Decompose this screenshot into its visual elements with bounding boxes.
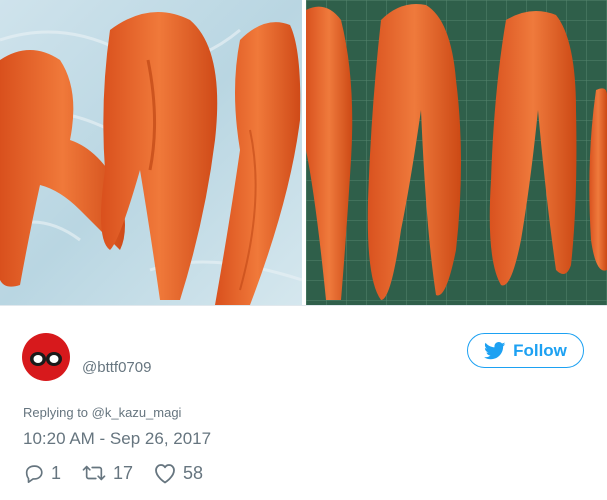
tweet-timestamp[interactable]: 10:20 AM - Sep 26, 2017	[23, 429, 211, 449]
reply-icon	[23, 462, 45, 484]
follow-button[interactable]: Follow	[467, 333, 584, 368]
reply-mention-link[interactable]: @k_kazu_magi	[92, 405, 182, 420]
media-divider	[0, 305, 607, 306]
username[interactable]: @bttf0709	[82, 359, 151, 376]
carrot-photo-right[interactable]	[306, 0, 607, 305]
retweet-icon	[81, 462, 107, 484]
avatar[interactable]	[22, 333, 70, 381]
like-button[interactable]: 58	[153, 462, 203, 484]
replying-to: Replying to @k_kazu_magi	[23, 405, 181, 420]
carrot-photo-left[interactable]	[0, 0, 302, 305]
tweet-card: @bttf0709 Follow Replying to @k_kazu_mag…	[0, 0, 607, 500]
replying-to-prefix: Replying to	[23, 405, 92, 420]
follow-label: Follow	[513, 340, 567, 360]
heart-icon	[153, 462, 177, 484]
twitter-bird-icon	[484, 341, 506, 360]
like-count: 58	[183, 462, 204, 483]
retweet-button[interactable]: 17	[81, 462, 133, 484]
reply-count: 1	[51, 462, 62, 483]
tweet-actions: 1 17 58	[23, 461, 223, 485]
reply-button[interactable]: 1	[23, 462, 61, 484]
tweet-media[interactable]	[0, 0, 607, 305]
retweet-count: 17	[113, 462, 134, 483]
